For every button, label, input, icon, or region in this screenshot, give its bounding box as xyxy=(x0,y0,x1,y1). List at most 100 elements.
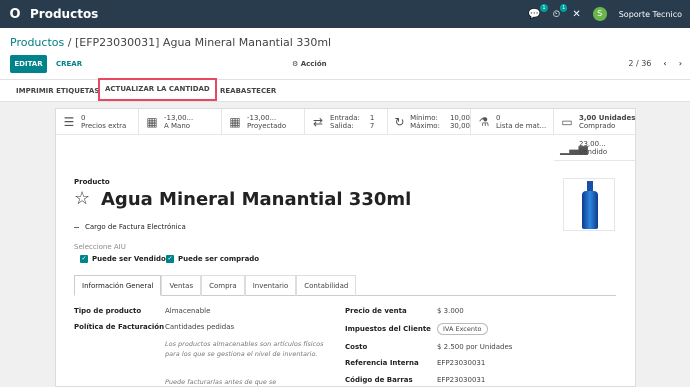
moves-out-value: 7 xyxy=(369,121,375,130)
credit-card-icon: ▭ xyxy=(561,114,573,129)
cost-field[interactable]: $ 2.500 por Unidades xyxy=(437,343,512,351)
sale-price-label: Precio de venta xyxy=(345,307,407,315)
breadcrumb-current: [EFP23030031] Agua Mineral Manantial 330… xyxy=(74,36,332,49)
tab-accounting[interactable]: Contabilidad xyxy=(296,275,357,296)
purchased-label: Comprado xyxy=(579,121,616,130)
form-sheet: ☰ 0 Precios extra ▦ -13,00... A Mano ▦ -13… xyxy=(55,108,637,387)
debug-tools-icon[interactable]: ✕ xyxy=(572,9,580,20)
materials-label: Lista de mat... xyxy=(496,121,547,130)
moves-in-label: Entrada: xyxy=(330,113,360,122)
top-navbar: O Productos 💬 1 ⏲ 1 ✕ S Soporte Tecnico xyxy=(0,0,690,28)
messages-badge: 1 xyxy=(540,3,548,12)
forecast-count: -13,00... xyxy=(247,113,277,122)
print-labels-button[interactable]: IMPRIMIR ETIQUETAS xyxy=(16,80,99,102)
pager-next-icon[interactable]: › xyxy=(679,55,682,73)
reorder-min-label: Mínimo: xyxy=(410,113,438,122)
signal-icon: ▁▃▅ xyxy=(560,140,588,155)
can-be-sold-label: Puede ser Vendido xyxy=(92,255,166,263)
tab-purchase[interactable]: Compra xyxy=(201,275,245,296)
invoice-policy-label: Política de Facturación xyxy=(74,323,165,331)
einvoice-charge-checkbox[interactable] xyxy=(74,226,79,228)
sold-stat[interactable]: ▁▃▅ 23,00... Vendido xyxy=(554,135,637,161)
reorder-max-label: Máximo: xyxy=(410,121,440,130)
bill-of-materials-stat[interactable]: ⚗ 0 Lista de mat... xyxy=(471,109,554,135)
activity-icon[interactable]: ⏲ 1 xyxy=(553,3,568,20)
extra-prices-label: Precios extra xyxy=(81,121,127,130)
sold-label: Vendido xyxy=(579,147,608,156)
user-avatar[interactable]: S xyxy=(592,7,607,21)
product-type-field[interactable]: Almacenable xyxy=(165,307,210,315)
reorder-rules-stat[interactable]: ↻ Mínimo: 10,00 Máximo: 30,00 xyxy=(388,109,471,135)
action-menu[interactable]: ⚙ Acción xyxy=(292,55,327,73)
breadcrumb-separator: / xyxy=(67,36,72,49)
tab-general-info[interactable]: Información General xyxy=(74,275,162,296)
barcode-field[interactable]: EFP23030031 xyxy=(437,376,485,384)
materials-count: 0 xyxy=(496,113,501,122)
exchange-icon: ⇄ xyxy=(312,114,324,129)
cost-unit: por Unidades xyxy=(465,343,513,351)
purchased-stat[interactable]: ▭ 3,00 Unidades Comprado xyxy=(554,109,637,135)
gear-icon: ⚙ xyxy=(292,60,301,68)
control-panel: Productos / [EFP23030031] Agua Mineral M… xyxy=(0,28,690,80)
flask-icon: ⚗ xyxy=(478,114,490,129)
breadcrumb-root[interactable]: Productos xyxy=(10,36,64,49)
product-type-label: Tipo de producto xyxy=(74,307,142,315)
on-hand-stat[interactable]: ▦ -13,00... A Mano xyxy=(139,109,222,135)
pager-previous-icon[interactable]: ‹ xyxy=(663,55,666,73)
invoice-policy-help: Puede facturarlas antes de que se xyxy=(165,378,277,386)
bottle-body xyxy=(582,191,598,229)
tab-sales[interactable]: Ventas xyxy=(161,275,202,296)
einvoice-charge-row: Cargo de Factura Electrónica xyxy=(74,223,186,231)
cubes-icon: ▦ xyxy=(146,114,158,129)
on-hand-count: -13,00... xyxy=(164,113,194,122)
can-be-purchased-label: Puede ser comprado xyxy=(178,255,260,263)
form-header: IMPRIMIR ETIQUETAS ACTUALIZAR LA CANTIDA… xyxy=(0,78,690,102)
forecast-stat[interactable]: ▦ -13,00... Proyectado xyxy=(222,109,305,135)
sale-price-field[interactable]: $ 3.000 xyxy=(437,307,464,315)
internal-ref-label: Referencia Interna xyxy=(345,359,419,367)
app-title[interactable]: Productos xyxy=(30,7,98,21)
moves-out-label: Salida: xyxy=(330,121,354,130)
extra-prices-count: 0 xyxy=(81,113,86,122)
moves-in-value: 1 xyxy=(369,113,375,122)
favorite-star-icon[interactable]: ☆ xyxy=(74,188,90,209)
product-type-help: Los productos almacenables son artículos… xyxy=(165,340,324,358)
messages-icon[interactable]: 💬 1 xyxy=(528,3,548,20)
sold-count: 23,00... xyxy=(579,139,606,148)
pager-value[interactable]: 2 / 36 xyxy=(628,55,651,73)
user-name[interactable]: Soporte Tecnico xyxy=(619,10,682,19)
can-be-sold-checkbox[interactable]: ✓ xyxy=(80,255,88,263)
pager: 2 / 36 ‹ › xyxy=(628,55,682,73)
forecast-label: Proyectado xyxy=(247,121,287,130)
refresh-icon: ↻ xyxy=(394,114,405,129)
breadcrumb: Productos / [EFP23030031] Agua Mineral M… xyxy=(10,36,331,49)
cost-label: Costo xyxy=(345,343,368,351)
reorder-max-value: 30,00 xyxy=(449,121,470,130)
moves-stat[interactable]: ⇄ Entrada: 1 Salida: 7 xyxy=(305,109,388,135)
app-menu-icon[interactable]: O xyxy=(0,7,30,22)
update-quantity-button[interactable]: ACTUALIZAR LA CANTIDAD xyxy=(98,78,217,101)
tab-inventory[interactable]: Inventario xyxy=(244,275,297,296)
extra-prices-stat[interactable]: ☰ 0 Precios extra xyxy=(56,109,139,135)
cubes-forecast-icon: ▦ xyxy=(229,114,241,129)
customer-tax-label: Impuestos del Cliente xyxy=(345,325,431,333)
customer-tax-tag[interactable]: IVA Excento xyxy=(437,323,488,335)
product-label: Producto xyxy=(74,178,110,186)
action-label: Acción xyxy=(300,60,327,68)
product-image[interactable] xyxy=(563,178,615,231)
invoice-policy-field[interactable]: Cantidades pedidas xyxy=(165,323,234,331)
reorder-min-value: 10,00 xyxy=(449,113,470,122)
replenish-button[interactable]: REABASTECER xyxy=(220,80,276,102)
create-button[interactable]: CREAR xyxy=(56,55,82,73)
barcode-label: Código de Barras xyxy=(345,376,413,384)
on-hand-label: A Mano xyxy=(164,121,191,130)
aiu-label: Seleccione AIU xyxy=(74,243,126,251)
internal-ref-field[interactable]: EFP23030031 xyxy=(437,359,485,367)
can-be-purchased-checkbox[interactable]: ✓ xyxy=(166,255,174,263)
product-name: Agua Mineral Manantial 330ml xyxy=(101,189,412,210)
list-icon: ☰ xyxy=(63,114,75,129)
activity-badge: 1 xyxy=(560,3,568,12)
edit-button[interactable]: EDITAR xyxy=(10,55,47,73)
cost-value: $ 2.500 xyxy=(437,343,464,351)
purchased-count: 3,00 Unidades xyxy=(579,113,636,122)
